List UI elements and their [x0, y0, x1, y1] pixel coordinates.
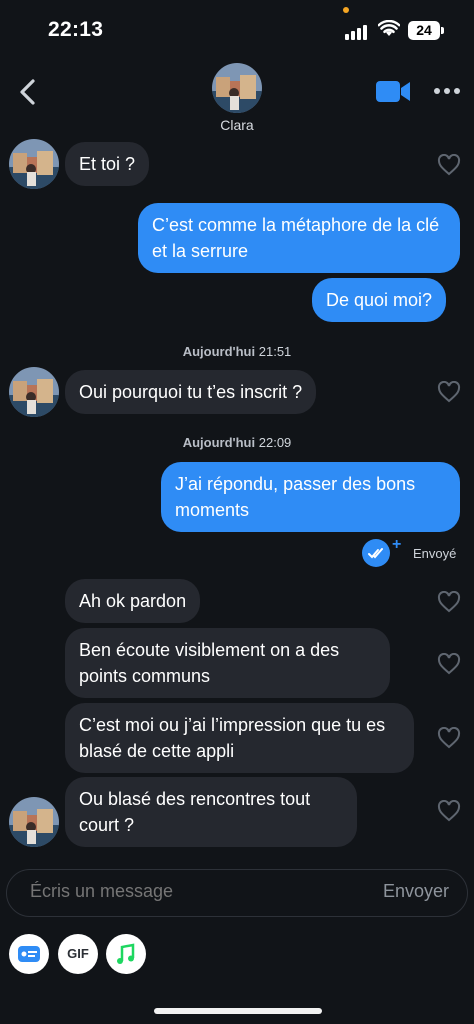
home-indicator — [154, 1008, 322, 1014]
like-heart-icon[interactable] — [437, 800, 461, 822]
like-heart-icon[interactable] — [437, 381, 461, 403]
battery-icon: 24 — [408, 21, 440, 40]
timestamp-day: Aujourd'hui — [182, 344, 256, 359]
contact-card-icon — [18, 946, 40, 962]
more-options-icon[interactable] — [434, 88, 460, 94]
delivery-status: Envoyé — [413, 546, 457, 561]
like-heart-icon[interactable] — [437, 727, 461, 749]
message-received[interactable]: C’est moi ou j’ai l’impression que tu es… — [65, 703, 414, 773]
avatar-photo-icon — [9, 797, 59, 847]
header-avatar[interactable] — [212, 63, 262, 113]
timestamp-divider: Aujourd'hui 22:09 — [0, 435, 474, 450]
timestamp-time: 21:51 — [258, 344, 292, 359]
contact-card-button[interactable] — [9, 934, 49, 974]
avatar-photo-icon — [9, 139, 59, 189]
like-heart-icon[interactable] — [437, 653, 461, 675]
battery-tip — [441, 27, 444, 34]
video-call-icon[interactable] — [376, 80, 411, 103]
timestamp-divider: Aujourd'hui 21:51 — [0, 344, 474, 359]
timestamp-day: Aujourd'hui — [182, 435, 256, 450]
avatar[interactable] — [9, 367, 59, 417]
wifi-icon — [378, 20, 400, 36]
privacy-indicator-dot — [343, 7, 349, 13]
message-received[interactable]: Et toi ? — [65, 142, 150, 186]
gif-label: GIF — [67, 946, 89, 961]
timestamp-time: 22:09 — [258, 435, 292, 450]
message-received[interactable]: Ou blasé des rencontres tout court ? — [65, 777, 357, 847]
send-button[interactable]: Envoyer — [383, 881, 449, 902]
message-received[interactable]: Ben écoute visiblement on a des points c… — [65, 628, 390, 698]
music-note-icon — [117, 943, 135, 964]
back-chevron-icon[interactable] — [16, 78, 40, 106]
message-sent[interactable]: J’ai répondu, passer des bons moments — [161, 462, 460, 532]
like-heart-icon[interactable] — [437, 154, 461, 176]
message-received[interactable]: Oui pourquoi tu t’es inscrit ? — [65, 370, 317, 414]
contact-name[interactable]: Clara — [0, 117, 474, 133]
gif-button[interactable]: GIF — [58, 934, 98, 974]
like-heart-icon[interactable] — [437, 591, 461, 613]
avatar-photo-icon — [212, 63, 262, 113]
message-sent[interactable]: C’est comme la métaphore de la clé et la… — [138, 203, 460, 273]
message-sent[interactable]: De quoi moi? — [312, 278, 447, 322]
cellular-signal-icon — [345, 22, 371, 40]
music-button[interactable] — [106, 934, 146, 974]
avatar-photo-icon — [9, 367, 59, 417]
message-received[interactable]: Ah ok pardon — [65, 579, 201, 623]
avatar[interactable] — [9, 797, 59, 847]
message-input[interactable] — [30, 881, 330, 902]
plus-icon[interactable]: + — [392, 536, 401, 554]
avatar[interactable] — [9, 139, 59, 189]
delivered-check-icon — [362, 539, 390, 567]
status-time: 22:13 — [48, 18, 104, 41]
